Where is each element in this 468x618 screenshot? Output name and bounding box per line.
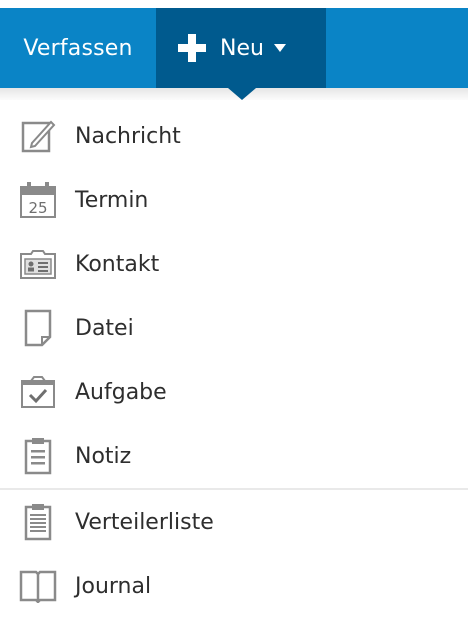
plus-icon [178, 34, 206, 62]
menu-item-label: Aufgabe [75, 379, 167, 405]
menu-item-note[interactable]: Notiz [0, 424, 468, 488]
menu-item-label: Journal [75, 573, 152, 599]
menu-item-distribution-list[interactable]: Verteilerliste [0, 490, 468, 554]
top-toolbar: Verfassen Neu [0, 0, 468, 88]
menu-item-label: Notiz [75, 443, 132, 469]
contact-card-icon [18, 244, 58, 284]
menu-item-label: Kontakt [75, 251, 160, 277]
menu-item-task[interactable]: Aufgabe [0, 360, 468, 424]
calendar-icon: 25 [18, 180, 58, 220]
new-dropdown-menu: Nachricht 25 Termin Kontakt Datei Aufgab… [0, 100, 468, 603]
task-icon [18, 372, 58, 412]
menu-item-label: Verteilerliste [75, 509, 214, 535]
menu-item-appointment[interactable]: 25 Termin [0, 168, 468, 232]
menu-item-journal[interactable]: Journal [0, 554, 468, 618]
new-button[interactable]: Neu [156, 8, 326, 88]
compose-icon [18, 116, 58, 156]
compose-button[interactable]: Verfassen [0, 8, 156, 88]
journal-icon [18, 566, 58, 606]
menu-item-label: Nachricht [75, 123, 181, 149]
new-label: Neu [220, 35, 264, 61]
menu-item-file[interactable]: Datei [0, 296, 468, 360]
distribution-list-icon [18, 502, 58, 542]
menu-item-contact[interactable]: Kontakt [0, 232, 468, 296]
menu-pointer [228, 88, 256, 100]
file-icon [18, 308, 58, 348]
calendar-day: 25 [28, 199, 47, 217]
menu-item-label: Datei [75, 315, 134, 341]
compose-label: Verfassen [23, 35, 133, 61]
menu-item-label: Termin [75, 187, 149, 213]
chevron-down-icon [273, 44, 286, 52]
menu-item-message[interactable]: Nachricht [0, 104, 468, 168]
note-icon [18, 436, 58, 476]
